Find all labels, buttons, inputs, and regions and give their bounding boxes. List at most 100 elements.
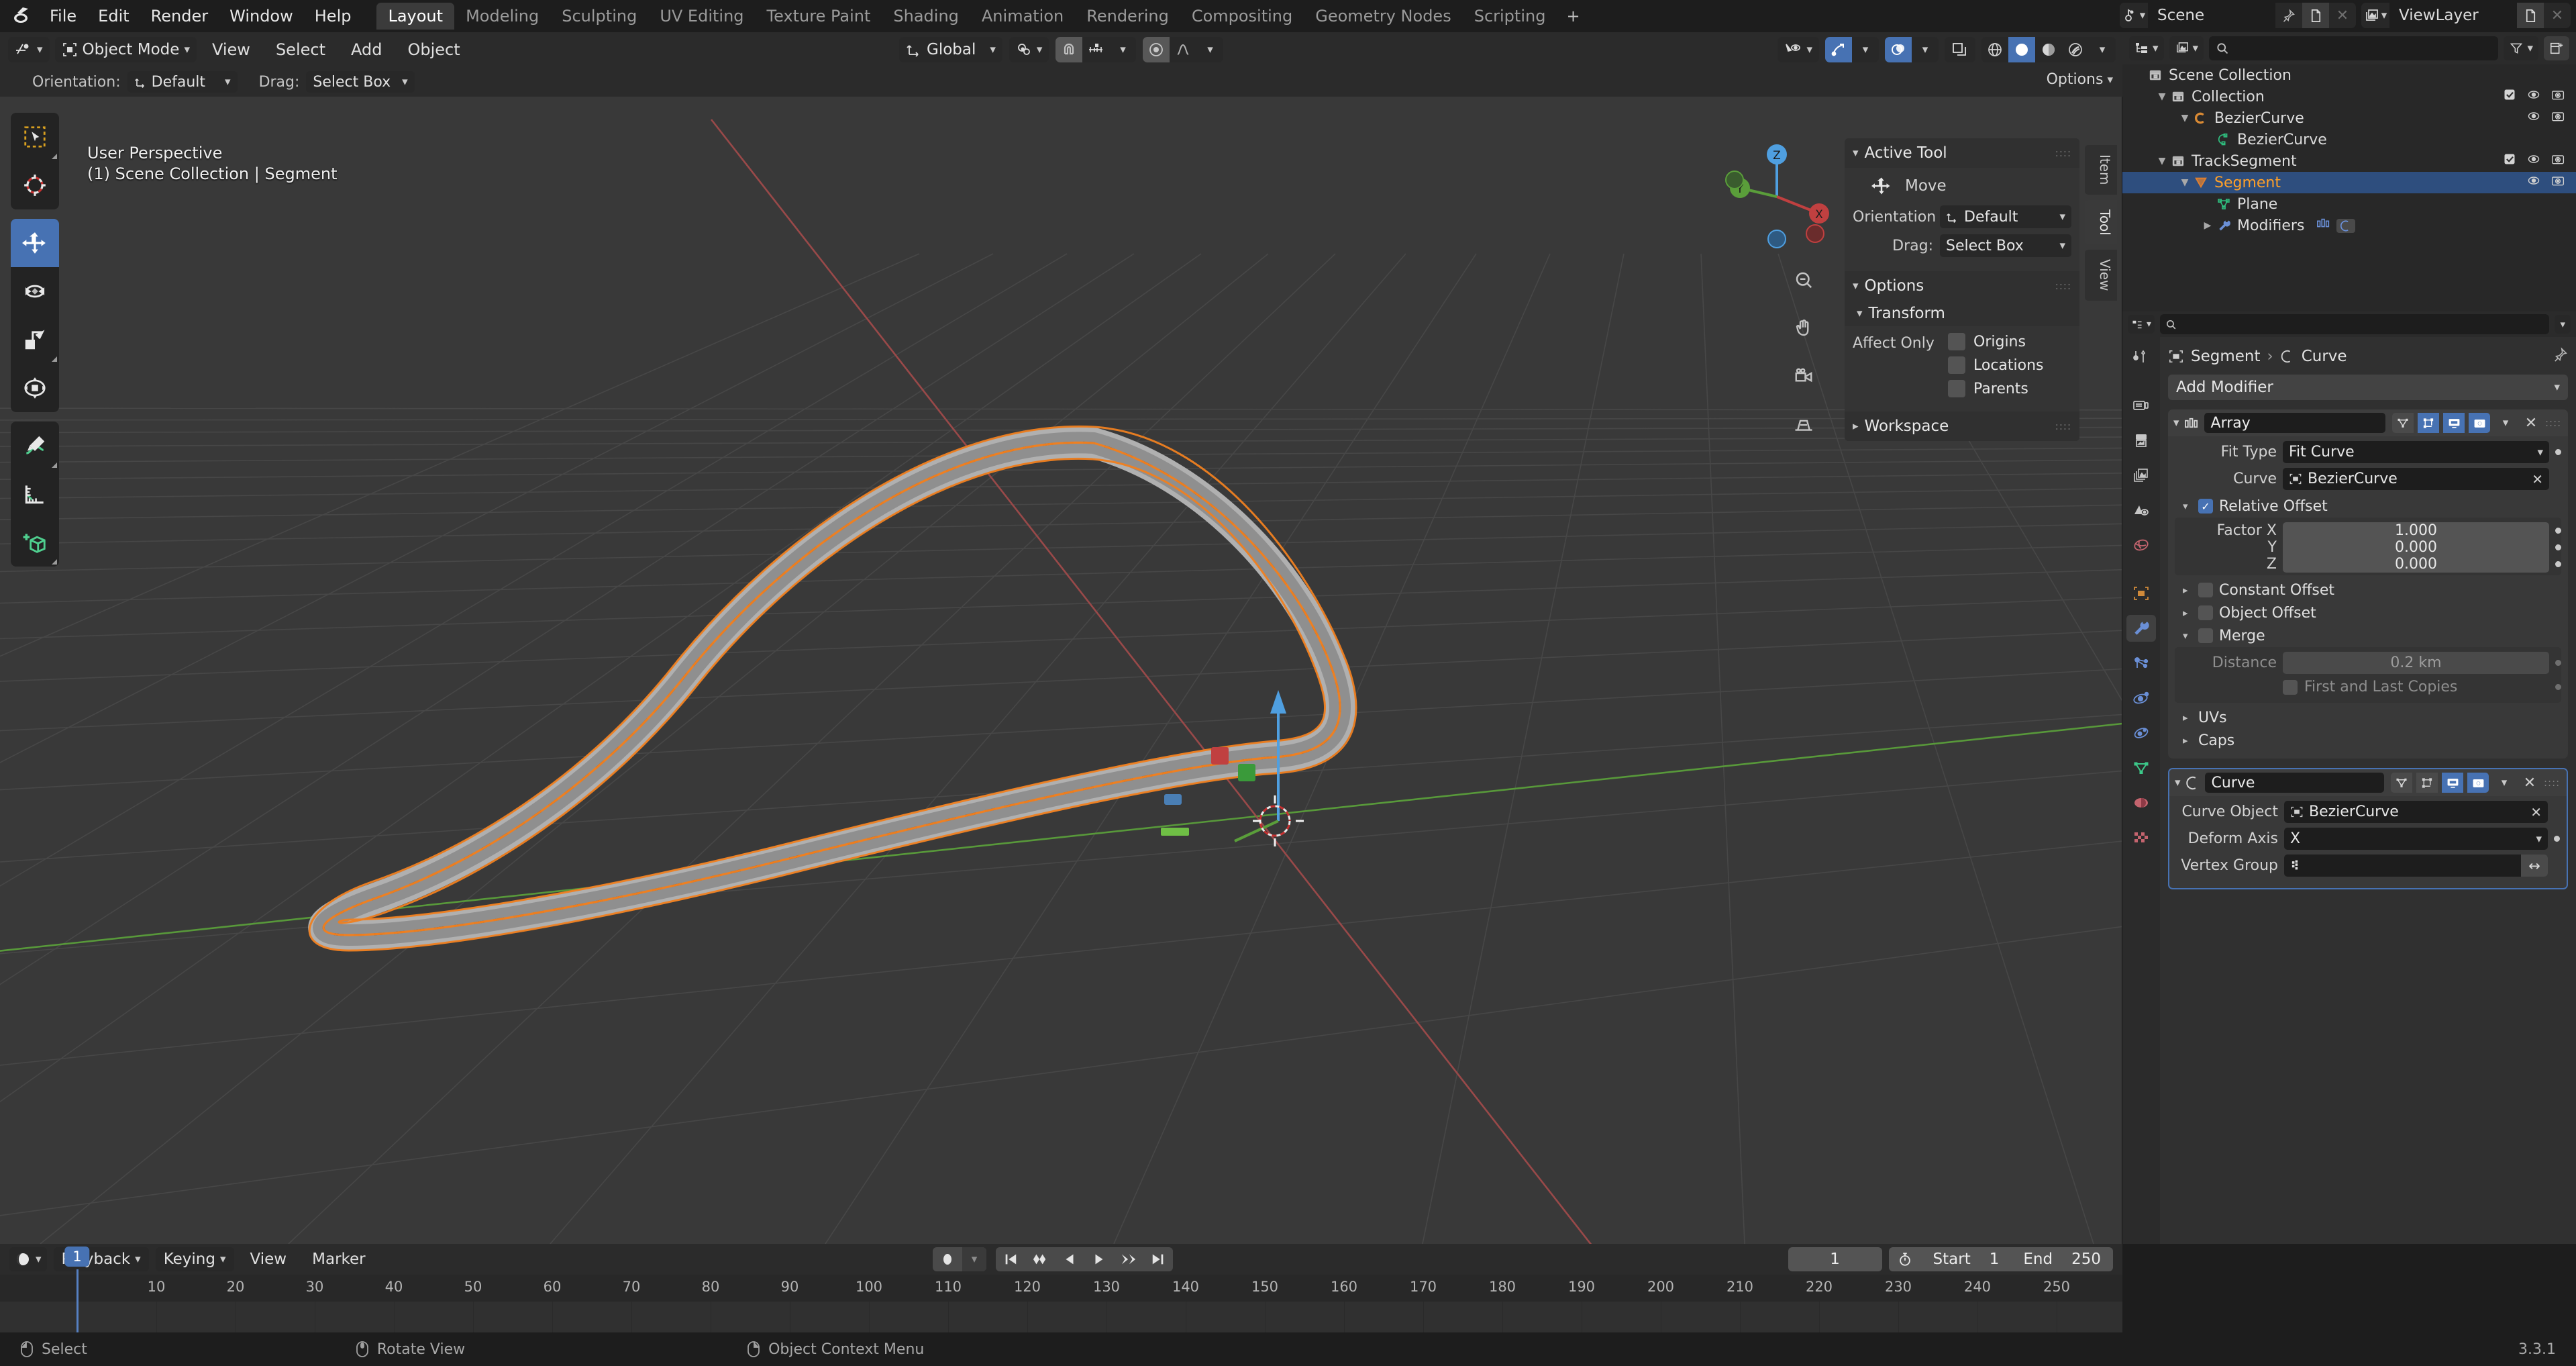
snap-target-selector[interactable]: ▾ — [1009, 37, 1049, 62]
menu-render[interactable]: Render — [140, 3, 219, 30]
properties-tab-viewlayer[interactable] — [2126, 462, 2156, 489]
array-object-offset-header[interactable]: ▸ Object Offset — [2175, 601, 2561, 624]
workspace-tab-uv-editing[interactable]: UV Editing — [648, 3, 755, 30]
array-modifier-icon[interactable] — [2316, 217, 2331, 234]
viewport-menu-view[interactable]: View — [202, 40, 260, 59]
toggle-perspective-icon[interactable] — [1784, 405, 1823, 444]
modifier-card-curve[interactable]: ▾ Curve ▾ ✕:::: Curve Object BezierCurv… — [2168, 768, 2568, 889]
array-relative-offset-checkbox[interactable]: ✓ — [2198, 499, 2213, 514]
curve-drag-handle[interactable]: :::: — [2544, 777, 2563, 789]
show-gizmo-icon[interactable] — [1825, 37, 1852, 62]
cursor-tool-button[interactable] — [11, 161, 59, 209]
workspace-tab-shading[interactable]: Shading — [882, 3, 970, 30]
disclosure-triangle-icon[interactable]: ▼ — [2177, 113, 2192, 124]
annotate-tool-button[interactable] — [11, 422, 59, 470]
use-preview-range-icon[interactable] — [1889, 1252, 1921, 1267]
outliner-row-scene-collection[interactable]: Scene Collection — [2122, 64, 2576, 86]
exclude-checkbox[interactable] — [2502, 152, 2517, 170]
curve-delete-button[interactable]: ✕ — [2520, 775, 2540, 791]
delete-scene-button[interactable]: ✕ — [2329, 3, 2356, 28]
gizmo-dropdown-caret[interactable]: ▾ — [1852, 37, 1879, 62]
active-tool-panel-header[interactable]: ▾ Active Tool :::: — [1845, 138, 2079, 168]
pin-scene-icon[interactable] — [2275, 3, 2302, 28]
transform-subpanel-header[interactable]: ▾ Transform — [1845, 301, 2079, 326]
shading-mode-group[interactable]: ▾ — [1981, 37, 2116, 62]
n-orientation-dropdown[interactable]: Default ▾ — [1940, 205, 2071, 228]
array-factor-y-animate-dot[interactable] — [2555, 544, 2561, 550]
proportional-dropdown-caret[interactable]: ▾ — [1196, 37, 1223, 62]
auto-keying-record-icon[interactable] — [933, 1247, 962, 1271]
outliner-row-segment[interactable]: ▼ Segment — [2122, 172, 2576, 193]
n-tab-item[interactable]: Item — [2085, 145, 2117, 195]
properties-tab-particles[interactable] — [2126, 650, 2156, 677]
camera-view-icon[interactable] — [1784, 357, 1823, 396]
new-scene-button[interactable] — [2302, 3, 2329, 28]
orientation-dropdown[interactable]: Default ▾ — [127, 71, 238, 93]
affect-locations-row[interactable]: Locations — [1948, 356, 2071, 374]
workspace-tab-scripting[interactable]: Scripting — [1463, 3, 1557, 30]
delete-viewlayer-button[interactable]: ✕ — [2544, 3, 2571, 28]
timeline-editor[interactable]: ▾ Playback ▾ Keying ▾ View Marker ▾ 1 St… — [0, 1244, 2122, 1332]
modifier-name-array[interactable]: Array — [2204, 413, 2385, 433]
modifier-header-curve[interactable]: ▾ Curve ▾ ✕:::: — [2169, 769, 2567, 796]
viewport-menu-add[interactable]: Add — [341, 40, 392, 59]
jump-to-next-keyframe-button[interactable] — [1114, 1247, 1143, 1271]
playhead-label[interactable]: 1 — [64, 1247, 90, 1267]
curve-edit-mode-toggle[interactable] — [2416, 773, 2438, 793]
scale-tool-button[interactable] — [11, 315, 59, 364]
disable-in-renders-camera-icon[interactable] — [2551, 174, 2565, 191]
auto-keying-group[interactable]: ▾ — [933, 1247, 986, 1271]
blender-logo-icon[interactable] — [9, 4, 39, 28]
outliner-search-input[interactable] — [2209, 36, 2499, 60]
n-drag-dropdown[interactable]: Select Box ▾ — [1940, 234, 2071, 257]
transform-orientation-selector[interactable]: Global ▾ — [899, 37, 1002, 62]
rendered-shading-icon[interactable] — [2062, 37, 2089, 62]
proportional-edit-group[interactable]: ▾ — [1143, 37, 1224, 62]
outliner-new-collection-button[interactable] — [2544, 36, 2569, 60]
array-object-offset-checkbox[interactable] — [2198, 605, 2213, 620]
auto-keying-dropdown[interactable]: ▾ — [962, 1247, 986, 1271]
properties-tab-modifier[interactable] — [2126, 615, 2156, 642]
array-extras-dropdown[interactable]: ▾ — [2494, 416, 2517, 430]
outliner-row-modifiers[interactable]: ▶ Modifiers — [2122, 215, 2576, 236]
drag-dropdown[interactable]: Select Box ▾ — [306, 71, 415, 93]
array-first-last-copies-checkbox[interactable] — [2283, 679, 2298, 695]
affect-locations-checkbox[interactable] — [1948, 356, 1965, 374]
properties-tab-physics[interactable] — [2126, 685, 2156, 712]
menu-window[interactable]: Window — [219, 3, 304, 30]
array-realtime-toggle[interactable] — [2443, 413, 2465, 433]
play-reverse-button[interactable] — [1055, 1247, 1084, 1271]
array-curve-clear-button[interactable]: ✕ — [2532, 471, 2543, 487]
properties-tab-data[interactable] — [2126, 754, 2156, 781]
outliner-editor-type-button[interactable]: ▾ — [2129, 36, 2164, 60]
properties-options-button[interactable]: ▾ — [2555, 315, 2571, 334]
array-fit-type-dropdown[interactable]: Fit Curve ▾ — [2283, 441, 2549, 463]
properties-tab-texture[interactable] — [2126, 824, 2156, 851]
overlays-dropdown-caret[interactable]: ▾ — [1912, 37, 1939, 62]
wireframe-shading-icon[interactable] — [1981, 37, 2008, 62]
zoom-icon[interactable] — [1784, 260, 1823, 299]
disclosure-triangle-icon[interactable]: ▼ — [2177, 177, 2192, 188]
snap-mode-icon[interactable] — [1082, 37, 1109, 62]
n-tab-tool[interactable]: Tool — [2085, 199, 2117, 245]
array-factor-y-field[interactable]: 0.000 — [2283, 539, 2549, 556]
affect-origins-checkbox[interactable] — [1948, 333, 1965, 350]
frame-start-field[interactable]: Start 1 — [1921, 1247, 2012, 1271]
current-frame-field[interactable]: 1 — [1788, 1247, 1882, 1271]
proportional-edit-icon[interactable] — [1143, 37, 1170, 62]
outliner-editor[interactable]: ▾ ▾ ▾ Scene Collection ▼ Collection ▼ Bezier… — [2122, 32, 2576, 311]
outliner-row-tracksegment[interactable]: ▼ TrackSegment — [2122, 150, 2576, 172]
array-fit-type-animate-dot[interactable] — [2555, 449, 2561, 455]
modifier-name-curve[interactable]: Curve — [2204, 773, 2384, 793]
array-merge-distance-animate-dot[interactable] — [2555, 660, 2561, 666]
pan-hand-icon[interactable] — [1784, 309, 1823, 348]
menu-edit[interactable]: Edit — [87, 3, 140, 30]
outliner-row-plane[interactable]: Plane — [2122, 193, 2576, 215]
jump-to-end-button[interactable] — [1143, 1247, 1173, 1271]
timeline-menu-marker[interactable]: Marker — [303, 1251, 375, 1268]
outliner-row-collection[interactable]: ▼ Collection — [2122, 86, 2576, 107]
overlays-group[interactable]: ▾ — [1885, 37, 1939, 62]
scene-name[interactable]: Scene — [2148, 3, 2275, 28]
outliner-row-beziercurve[interactable]: BezierCurve — [2122, 129, 2576, 150]
jump-to-previous-keyframe-button[interactable] — [1025, 1247, 1055, 1271]
